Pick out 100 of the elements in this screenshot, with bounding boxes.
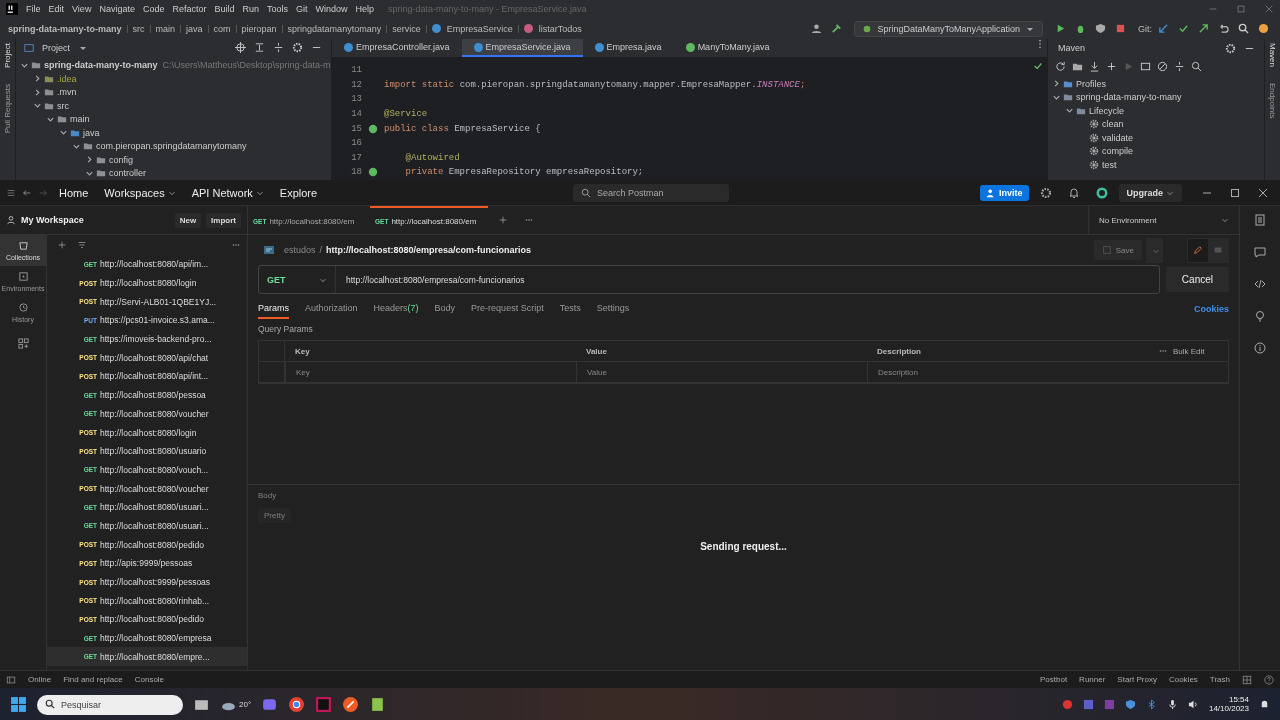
chevron-right-icon[interactable] [33,74,42,84]
chevron-down-icon[interactable] [1065,106,1074,116]
skip-icon[interactable] [1157,60,1168,72]
status-item[interactable]: Runner [1079,675,1106,684]
arrow-icon[interactable] [1198,23,1209,34]
invite-button[interactable]: Invite [980,184,1029,201]
breadcrumb-item[interactable]: service [392,23,421,34]
panel-title[interactable]: Project [42,42,70,53]
request-section-tab[interactable]: Pre-request Script [471,299,544,319]
nav-link[interactable]: Workspaces [104,186,176,199]
search-field[interactable]: Pesquisar [37,695,183,715]
nav-link[interactable]: Home [59,186,89,199]
upgrade-button[interactable]: Upgrade [1118,183,1182,202]
shield-icon[interactable] [1124,698,1136,710]
breadcrumb-item[interactable]: src [132,23,145,34]
breadcrumb-item[interactable]: pieropan [241,23,277,34]
tree-item[interactable]: com.pieropan.springdatamanytomany [96,141,247,152]
import-button[interactable]: Import [206,212,241,228]
info-icon[interactable] [1254,342,1266,354]
environment-dropdown[interactable]: No Environment [1088,206,1239,234]
code-icon[interactable] [1254,278,1266,290]
nav-link[interactable]: API Network [191,186,264,199]
tree-item[interactable]: controller [109,168,146,179]
stop-icon[interactable] [1115,23,1126,34]
status-item[interactable]: Find and replace [63,675,123,684]
chevron-right-icon[interactable] [1052,79,1061,89]
menu-item[interactable]: Edit [48,4,65,14]
tree-item[interactable]: Profiles [1076,78,1106,89]
request-section-tab[interactable]: Settings [596,299,630,319]
user-icon[interactable] [811,23,823,34]
check-icon[interactable] [1178,23,1189,34]
menu-item[interactable]: Git [296,4,308,14]
layout-icon[interactable] [1242,674,1252,685]
download-icon[interactable] [1089,60,1100,72]
collapse-icon[interactable] [1174,60,1185,72]
save-button[interactable]: Save [1093,240,1142,260]
menu-icon[interactable] [6,187,16,198]
editor-tab[interactable]: EmpresaService.java [461,39,583,57]
settings-icon[interactable] [292,42,303,54]
breadcrumb-item[interactable]: java [186,23,203,34]
bug-icon[interactable] [1075,23,1086,34]
back-icon[interactable] [22,187,32,198]
status-item[interactable]: Postbot [1039,675,1068,684]
lightbulb-icon[interactable] [1254,310,1266,322]
tree-item[interactable]: Lifecycle [1089,105,1124,116]
document-icon[interactable] [1254,214,1266,226]
microphone-icon[interactable] [1166,698,1178,710]
status-item[interactable]: Start Proxy [1117,675,1157,684]
method-dropdown[interactable]: GET [259,266,336,293]
search-field[interactable]: Search Postman [573,183,730,202]
shield-icon[interactable] [1095,23,1106,34]
editor-tab[interactable]: ManyToMany.java [673,39,782,57]
target-icon[interactable] [235,42,246,54]
postman-icon[interactable] [342,695,360,713]
notification-icon[interactable] [1259,698,1270,710]
expand-icon[interactable] [254,42,265,54]
tree-item[interactable]: spring-data-many-to-many [1076,92,1182,103]
settings-icon[interactable] [1039,186,1052,199]
settings-icon[interactable] [1225,42,1236,54]
tree-item[interactable]: clean [1102,119,1124,130]
request-section-tab[interactable]: Params [258,299,289,319]
hammer-icon[interactable] [831,23,843,34]
request-section-tab[interactable]: Tests [559,299,581,319]
chevron-right-icon[interactable] [33,87,42,97]
sidebar-icon[interactable] [6,674,16,685]
clock-time[interactable]: 15:54 [1228,695,1249,704]
tree-item[interactable]: .idea [57,73,77,84]
close-icon[interactable] [1257,186,1269,199]
tree-item[interactable]: .mvn [57,87,77,98]
menu-item[interactable]: View [72,4,92,14]
menu-item[interactable]: Window [315,4,348,14]
menu-item[interactable]: Tools [267,4,288,14]
tool-window-tab[interactable]: Endpoints [1268,83,1277,119]
menu-item[interactable]: Run [242,4,259,14]
chevron-down-icon[interactable] [59,128,68,138]
tray-icon[interactable] [1082,698,1094,710]
status-item[interactable]: Online [28,675,52,684]
url-field[interactable]: GET http://localhost:8080/empresa/com-funcionarios [258,265,1160,294]
window-icon[interactable] [1140,60,1151,72]
avatar-icon[interactable] [1095,186,1108,199]
menu-item[interactable]: Refactor [172,4,207,14]
run-config-dropdown[interactable]: SpringDataManyToManyApplication [854,20,1043,37]
plus-icon[interactable] [498,215,508,225]
format-tab[interactable]: Pretty [258,507,291,523]
arrow-icon[interactable] [1158,23,1169,34]
status-item[interactable]: Console [134,675,165,684]
tree-item[interactable]: config [109,154,134,165]
maximize-icon[interactable] [1229,186,1241,199]
clock-date[interactable]: 14/10/2023 [1208,704,1249,713]
response-tab[interactable]: Body [258,490,277,500]
chevron-down-icon[interactable] [33,101,42,111]
param-field[interactable]: Description [867,362,1158,382]
request-section-tab[interactable]: Body [434,299,456,319]
menu-item[interactable]: Build [214,4,235,14]
collapse-icon[interactable] [273,42,284,54]
breadcrumb-item[interactable]: springdatamanytomany [287,23,382,34]
menu-item[interactable]: Help [355,4,375,14]
workspace-name[interactable]: My Workspace [21,215,84,225]
bell-icon[interactable] [1067,186,1080,199]
request-section-tab[interactable]: Headers(7) [373,299,419,319]
